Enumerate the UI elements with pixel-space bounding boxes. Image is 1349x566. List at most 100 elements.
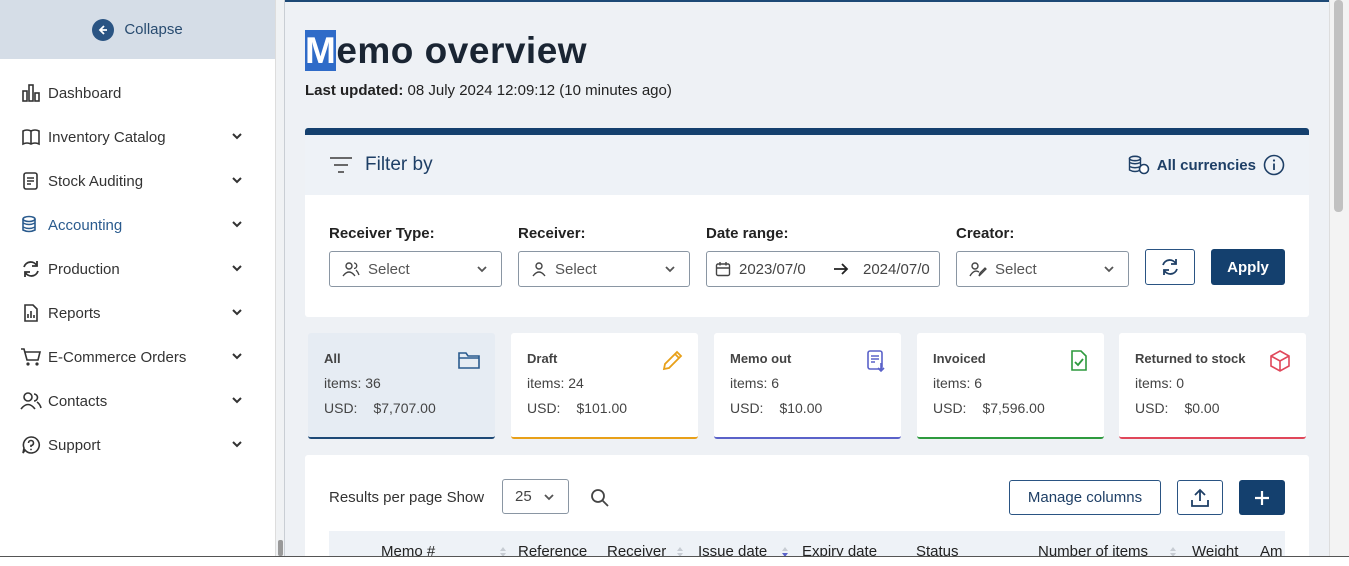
results-per-page-label: Results per page Show xyxy=(329,489,485,506)
chevron-down-icon xyxy=(232,397,242,404)
items-count: 6 xyxy=(974,375,983,391)
sidebar-item-inventory-catalog[interactable]: Inventory Catalog xyxy=(0,115,275,159)
creator-select[interactable]: Select xyxy=(956,251,1129,287)
amount-value: $10.00 xyxy=(779,400,823,416)
stat-card-all[interactable]: All items: 36 USD: $7,707.00 xyxy=(308,333,495,439)
amount-value: $7,596.00 xyxy=(982,400,1045,416)
sidebar-item-label: Support xyxy=(48,436,101,454)
results-per-page-select[interactable]: 25 xyxy=(502,479,569,514)
stat-card-memo-out[interactable]: Memo out items: 6 USD: $10.00 xyxy=(714,333,901,439)
creator-label: Creator: xyxy=(956,225,1015,242)
results-panel: Results per page Show 25 Manage columns … xyxy=(305,455,1309,566)
items-label: items: xyxy=(933,375,971,391)
add-memo-button[interactable] xyxy=(1239,480,1285,515)
chevron-down-icon xyxy=(232,309,242,316)
info-icon[interactable] xyxy=(1263,154,1285,176)
reset-filters-button[interactable] xyxy=(1145,249,1195,285)
users-icon xyxy=(342,262,360,277)
receiver-type-select[interactable]: Select xyxy=(329,251,502,287)
sidebar-item-dashboard[interactable]: Dashboard xyxy=(0,71,275,115)
resize-grip[interactable] xyxy=(278,540,283,556)
manage-columns-button[interactable]: Manage columns xyxy=(1009,480,1161,515)
main-content: Memo overview Last updated: 08 July 2024… xyxy=(285,0,1329,566)
report-icon xyxy=(20,302,42,324)
stat-card-invoiced[interactable]: Invoiced items: 6 USD: $7,596.00 xyxy=(917,333,1104,439)
help-icon xyxy=(20,434,42,456)
collapse-button[interactable]: Collapse xyxy=(0,0,275,59)
refresh-icon xyxy=(20,258,42,280)
sidebar-item-label: Accounting xyxy=(48,216,123,234)
sidebar-item-contacts[interactable]: Contacts xyxy=(0,379,275,423)
currency-label: USD: xyxy=(933,400,967,416)
sidebar-nav: Dashboard Inventory Catalog Stock Auditi… xyxy=(0,71,275,467)
book-icon xyxy=(20,126,42,148)
amount-value: $101.00 xyxy=(576,400,628,416)
stat-card-draft[interactable]: Draft items: 24 USD: $101.00 xyxy=(511,333,698,439)
search-icon[interactable] xyxy=(590,488,610,508)
creator-value: Select xyxy=(995,260,1037,278)
stat-amount: USD: $7,596.00 xyxy=(933,400,1088,416)
receiver-select[interactable]: Select xyxy=(518,251,690,287)
apply-button[interactable]: Apply xyxy=(1211,249,1285,285)
stat-card-returned-to-stock[interactable]: Returned to stock items: 0 USD: $0.00 xyxy=(1119,333,1306,439)
stat-items: items: 6 xyxy=(933,375,1088,391)
items-label: items: xyxy=(324,375,362,391)
sidebar-item-label: Stock Auditing xyxy=(48,172,144,190)
page-title-selection: M xyxy=(305,30,337,71)
filter-body: Receiver Type: Select Receiver: Select D… xyxy=(305,195,1309,317)
user-icon xyxy=(532,262,546,277)
arrow-right-icon xyxy=(834,263,849,275)
chevron-down-icon xyxy=(232,265,242,272)
items-count: 6 xyxy=(771,375,780,391)
sidebar-item-reports[interactable]: Reports xyxy=(0,291,275,335)
users-icon xyxy=(20,390,42,412)
page-scrollbar[interactable] xyxy=(1329,0,1349,566)
currency-label: USD: xyxy=(730,400,764,416)
last-updated: Last updated: 08 July 2024 12:09:12 (10 … xyxy=(305,82,672,99)
stat-name: Memo out xyxy=(730,351,792,366)
cart-icon xyxy=(20,346,42,368)
refresh-icon xyxy=(1162,259,1178,275)
currency-label: USD: xyxy=(324,400,358,416)
page-title-rest: emo overview xyxy=(336,30,588,71)
last-updated-label: Last updated: xyxy=(305,82,404,99)
sidebar-item-e-commerce-orders[interactable]: E-Commerce Orders xyxy=(0,335,275,379)
chevron-down-icon xyxy=(232,353,242,360)
date-range-picker[interactable]: 2023/07/0 2024/07/0 xyxy=(706,251,940,287)
calendar-icon xyxy=(715,262,731,277)
memo-out-icon xyxy=(867,350,885,373)
date-to-input[interactable]: 2024/07/0 xyxy=(863,261,939,278)
stat-amount: USD: $101.00 xyxy=(527,400,682,416)
currency-label: USD: xyxy=(527,400,561,416)
sidebar-item-label: Production xyxy=(48,260,120,278)
plus-icon xyxy=(1255,490,1269,505)
last-updated-value: 08 July 2024 12:09:12 (10 minutes ago) xyxy=(407,82,672,99)
amount-value: $7,707.00 xyxy=(373,400,436,416)
chevron-down-icon xyxy=(544,493,554,500)
all-currencies-toggle[interactable]: All currencies xyxy=(1128,154,1285,176)
stat-amount: USD: $7,707.00 xyxy=(324,400,479,416)
sidebar-item-production[interactable]: Production xyxy=(0,247,275,291)
filter-panel: Filter by All currencies Receiver Type: … xyxy=(305,128,1309,317)
creator-group: Creator: Select xyxy=(956,225,1129,287)
filter-icon xyxy=(330,157,352,173)
export-button[interactable] xyxy=(1177,480,1223,515)
collapse-label: Collapse xyxy=(124,21,183,38)
page-title: Memo overview xyxy=(305,30,587,72)
stat-items: items: 24 xyxy=(527,375,682,391)
sidebar-item-label: Dashboard xyxy=(48,84,122,102)
sidebar-item-stock-auditing[interactable]: Stock Auditing xyxy=(0,159,275,203)
date-from-input[interactable]: 2023/07/0 xyxy=(739,261,821,278)
sidebar-item-support[interactable]: Support xyxy=(0,423,275,467)
chevron-down-icon xyxy=(232,133,242,140)
sidebar-item-accounting[interactable]: Accounting xyxy=(0,203,275,247)
sidebar-item-label: Contacts xyxy=(48,392,108,410)
sidebar-resize-handle[interactable] xyxy=(276,0,285,566)
app: Collapse Dashboard Inventory Catalog Sto… xyxy=(0,0,1349,566)
scrollbar-thumb[interactable] xyxy=(1334,0,1343,212)
pencil-icon xyxy=(662,350,683,371)
sidebar-item-label: E-Commerce Orders xyxy=(48,348,187,366)
items-count: 0 xyxy=(1176,375,1185,391)
chevron-down-icon xyxy=(1104,266,1114,273)
coins-icon xyxy=(20,214,42,236)
